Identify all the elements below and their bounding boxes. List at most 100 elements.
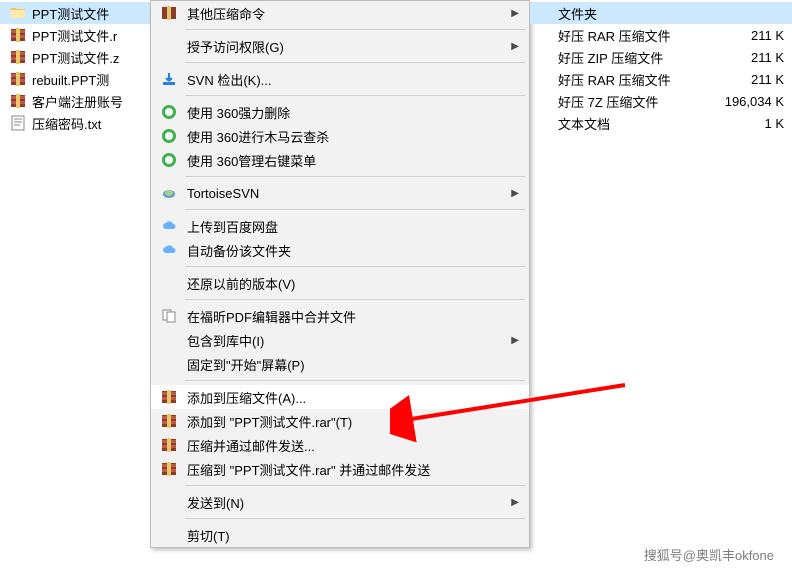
file-name: PPT测试文件.r <box>32 26 117 45</box>
menu-separator <box>185 95 525 96</box>
watermark-text: 搜狐号@奥凯丰okfone <box>644 545 774 564</box>
menu-label: TortoiseSVN <box>187 186 259 201</box>
detail-row[interactable]: 文本文档 1 K <box>530 112 792 134</box>
menu-other-compress[interactable]: 其他压缩命令 ▶ <box>151 1 529 25</box>
menu-auto-backup[interactable]: 自动备份该文件夹 <box>151 238 529 262</box>
file-type: 文件夹 <box>558 4 714 23</box>
menu-send-to[interactable]: 发送到(N) ▶ <box>151 490 529 514</box>
menu-label: 压缩到 "PPT测试文件.rar" 并通过邮件发送 <box>187 460 430 479</box>
archive-icon <box>161 389 177 405</box>
details-panel: 文件夹 好压 RAR 压缩文件 211 K 好压 ZIP 压缩文件 211 K … <box>530 0 792 134</box>
menu-separator <box>185 29 525 30</box>
archive-icon <box>10 27 26 43</box>
menu-360-force-delete[interactable]: 使用 360强力删除 <box>151 100 529 124</box>
backup-icon <box>161 242 177 258</box>
file-type: 好压 RAR 压缩文件 <box>558 26 714 45</box>
menu-add-to-rar[interactable]: 添加到 "PPT测试文件.rar"(T) <box>151 409 529 433</box>
menu-360-manage-menu[interactable]: 使用 360管理右键菜单 <box>151 148 529 172</box>
archive-icon <box>10 49 26 65</box>
360-shield-icon <box>161 104 177 120</box>
menu-separator <box>185 209 525 210</box>
menu-label: 剪切(T) <box>187 526 230 545</box>
menu-svn-checkout[interactable]: SVN 检出(K)... <box>151 67 529 91</box>
menu-separator <box>185 485 525 486</box>
file-row[interactable]: PPT测试文件 <box>0 2 160 24</box>
file-name: rebuilt.PPT测 <box>32 70 109 89</box>
menu-pin-start[interactable]: 固定到"开始"屏幕(P) <box>151 352 529 376</box>
detail-row[interactable]: 好压 RAR 压缩文件 211 K <box>530 68 792 90</box>
menu-label: 上传到百度网盘 <box>187 217 278 236</box>
folder-icon <box>10 5 26 21</box>
file-size: 196,034 K <box>714 94 784 109</box>
file-row[interactable]: PPT测试文件.z <box>0 46 160 68</box>
detail-row[interactable]: 文件夹 <box>530 2 792 24</box>
archive-icon <box>161 413 177 429</box>
tortoise-icon <box>161 185 177 201</box>
file-row[interactable]: 压缩密码.txt <box>0 112 160 134</box>
menu-grant-access[interactable]: 授予访问权限(G) ▶ <box>151 34 529 58</box>
file-type: 好压 7Z 压缩文件 <box>558 92 714 111</box>
file-size: 211 K <box>714 28 784 43</box>
file-name: 压缩密码.txt <box>32 114 101 133</box>
context-menu: 其他压缩命令 ▶ 授予访问权限(G) ▶ SVN 检出(K)... 使用 360… <box>150 0 530 548</box>
menu-label: 发送到(N) <box>187 493 244 512</box>
archive-icon <box>161 437 177 453</box>
file-size: 1 K <box>714 116 784 131</box>
menu-label: 使用 360强力删除 <box>187 103 290 122</box>
file-type: 好压 ZIP 压缩文件 <box>558 48 714 67</box>
file-name: 客户端注册账号 <box>32 92 123 111</box>
menu-label: 固定到"开始"屏幕(P) <box>187 355 305 374</box>
detail-row[interactable]: 好压 ZIP 压缩文件 211 K <box>530 46 792 68</box>
menu-label: 在福昕PDF编辑器中合并文件 <box>187 307 356 326</box>
menu-restore-versions[interactable]: 还原以前的版本(V) <box>151 271 529 295</box>
menu-label: 还原以前的版本(V) <box>187 274 295 293</box>
menu-label: 授予访问权限(G) <box>187 37 284 56</box>
menu-separator <box>185 176 525 177</box>
menu-separator <box>185 62 525 63</box>
file-row[interactable]: PPT测试文件.r <box>0 24 160 46</box>
pdf-merge-icon <box>161 308 177 324</box>
menu-label: 使用 360进行木马云查杀 <box>187 127 329 146</box>
menu-label: SVN 检出(K)... <box>187 70 272 89</box>
menu-include-library[interactable]: 包含到库中(I) ▶ <box>151 328 529 352</box>
txt-icon <box>10 115 26 131</box>
menu-label: 添加到 "PPT测试文件.rar"(T) <box>187 412 352 431</box>
file-name: PPT测试文件.z <box>32 48 119 67</box>
chevron-right-icon: ▶ <box>511 335 519 346</box>
menu-label: 其他压缩命令 <box>187 4 265 23</box>
menu-separator <box>185 299 525 300</box>
menu-compress-email[interactable]: 压缩并通过邮件发送... <box>151 433 529 457</box>
menu-label: 自动备份该文件夹 <box>187 241 291 260</box>
archive-icon <box>161 5 177 21</box>
menu-label: 添加到压缩文件(A)... <box>187 388 306 407</box>
file-list: PPT测试文件 PPT测试文件.r PPT测试文件.z rebuilt.PPT测… <box>0 0 160 136</box>
chevron-right-icon: ▶ <box>511 8 519 19</box>
menu-compress-to-rar-email[interactable]: 压缩到 "PPT测试文件.rar" 并通过邮件发送 <box>151 457 529 481</box>
svn-checkout-icon <box>161 71 177 87</box>
file-size: 211 K <box>714 50 784 65</box>
archive-icon <box>161 461 177 477</box>
file-row[interactable]: 客户端注册账号 <box>0 90 160 112</box>
detail-row[interactable]: 好压 RAR 压缩文件 211 K <box>530 24 792 46</box>
menu-cut[interactable]: 剪切(T) <box>151 523 529 547</box>
archive-icon <box>10 93 26 109</box>
file-name: PPT测试文件 <box>32 4 109 23</box>
archive-icon <box>10 71 26 87</box>
menu-separator <box>185 518 525 519</box>
file-type: 好压 RAR 压缩文件 <box>558 70 714 89</box>
detail-row[interactable]: 好压 7Z 压缩文件 196,034 K <box>530 90 792 112</box>
chevron-right-icon: ▶ <box>511 41 519 52</box>
menu-separator <box>185 266 525 267</box>
menu-360-trojan-scan[interactable]: 使用 360进行木马云查杀 <box>151 124 529 148</box>
file-type: 文本文档 <box>558 114 714 133</box>
menu-merge-pdf[interactable]: 在福昕PDF编辑器中合并文件 <box>151 304 529 328</box>
menu-add-to-archive[interactable]: 添加到压缩文件(A)... <box>151 385 529 409</box>
menu-separator <box>185 380 525 381</box>
menu-label: 使用 360管理右键菜单 <box>187 151 316 170</box>
file-size: 211 K <box>714 72 784 87</box>
360-shield-icon <box>161 152 177 168</box>
cloud-icon <box>161 218 177 234</box>
file-row[interactable]: rebuilt.PPT测 <box>0 68 160 90</box>
menu-upload-baidu[interactable]: 上传到百度网盘 <box>151 214 529 238</box>
menu-tortoise-svn[interactable]: TortoiseSVN ▶ <box>151 181 529 205</box>
